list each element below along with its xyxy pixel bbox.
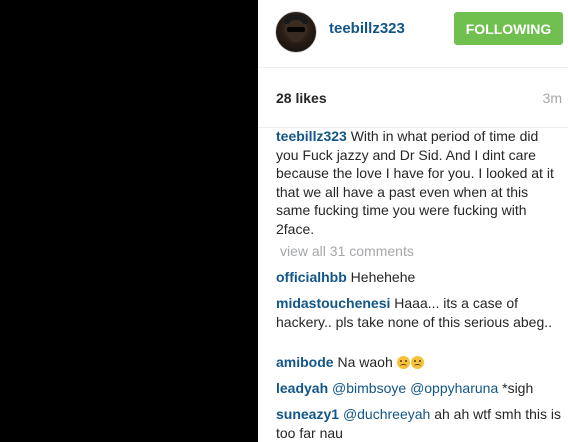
weary-face-icon [396, 356, 410, 369]
comment-item: officialhbb Hehehehe [276, 268, 562, 287]
likes-row: 28 likes 3m [258, 68, 568, 128]
comment-mention[interactable]: @oppyharuna [410, 380, 498, 396]
view-all-comments-link[interactable]: view all 31 comments [280, 243, 414, 259]
comment-mention[interactable]: @duchreeyah [343, 406, 430, 422]
avatar-shades [287, 27, 305, 32]
weary-face-icon [410, 356, 424, 369]
likes-count[interactable]: 28 likes [276, 90, 327, 106]
comment-author[interactable]: leadyah [276, 380, 328, 396]
post-username[interactable]: teebillz323 [329, 20, 405, 37]
comment-author[interactable]: officialhbb [276, 269, 347, 285]
post-header: teebillz323 FOLLOWING [258, 0, 568, 68]
comment-author[interactable]: midastouchenesi [276, 295, 390, 311]
comment-author[interactable]: amibode [276, 354, 334, 370]
comment-text: *sigh [502, 380, 534, 396]
post-panel: teebillz323 FOLLOWING 28 likes 3m teebil… [258, 0, 568, 442]
caption-text: With in what period of time did you Fuck… [276, 128, 554, 237]
comment-item: midastouchenesi Haaa... its a case of ha… [276, 294, 562, 331]
avatar[interactable] [275, 11, 317, 53]
following-button[interactable]: FOLLOWING [454, 12, 563, 45]
caption-author[interactable]: teebillz323 [276, 128, 347, 144]
post-caption: teebillz323 With in what period of time … [276, 127, 562, 238]
comment-item: amibode Na waoh [276, 353, 562, 372]
comment-text: Hehehehe [350, 269, 416, 285]
post-time[interactable]: 3m [543, 90, 562, 106]
comment-text: Na waoh [337, 354, 393, 370]
comment-mention[interactable]: @bimbsoye [332, 380, 406, 396]
comment-item: suneazy1 @duchreeyah ah ah wtf smh this … [276, 405, 562, 442]
comment-item: leadyah @bimbsoye @oppyharuna *sigh [276, 379, 562, 398]
comment-author[interactable]: suneazy1 [276, 406, 339, 422]
post-media[interactable] [0, 0, 258, 442]
